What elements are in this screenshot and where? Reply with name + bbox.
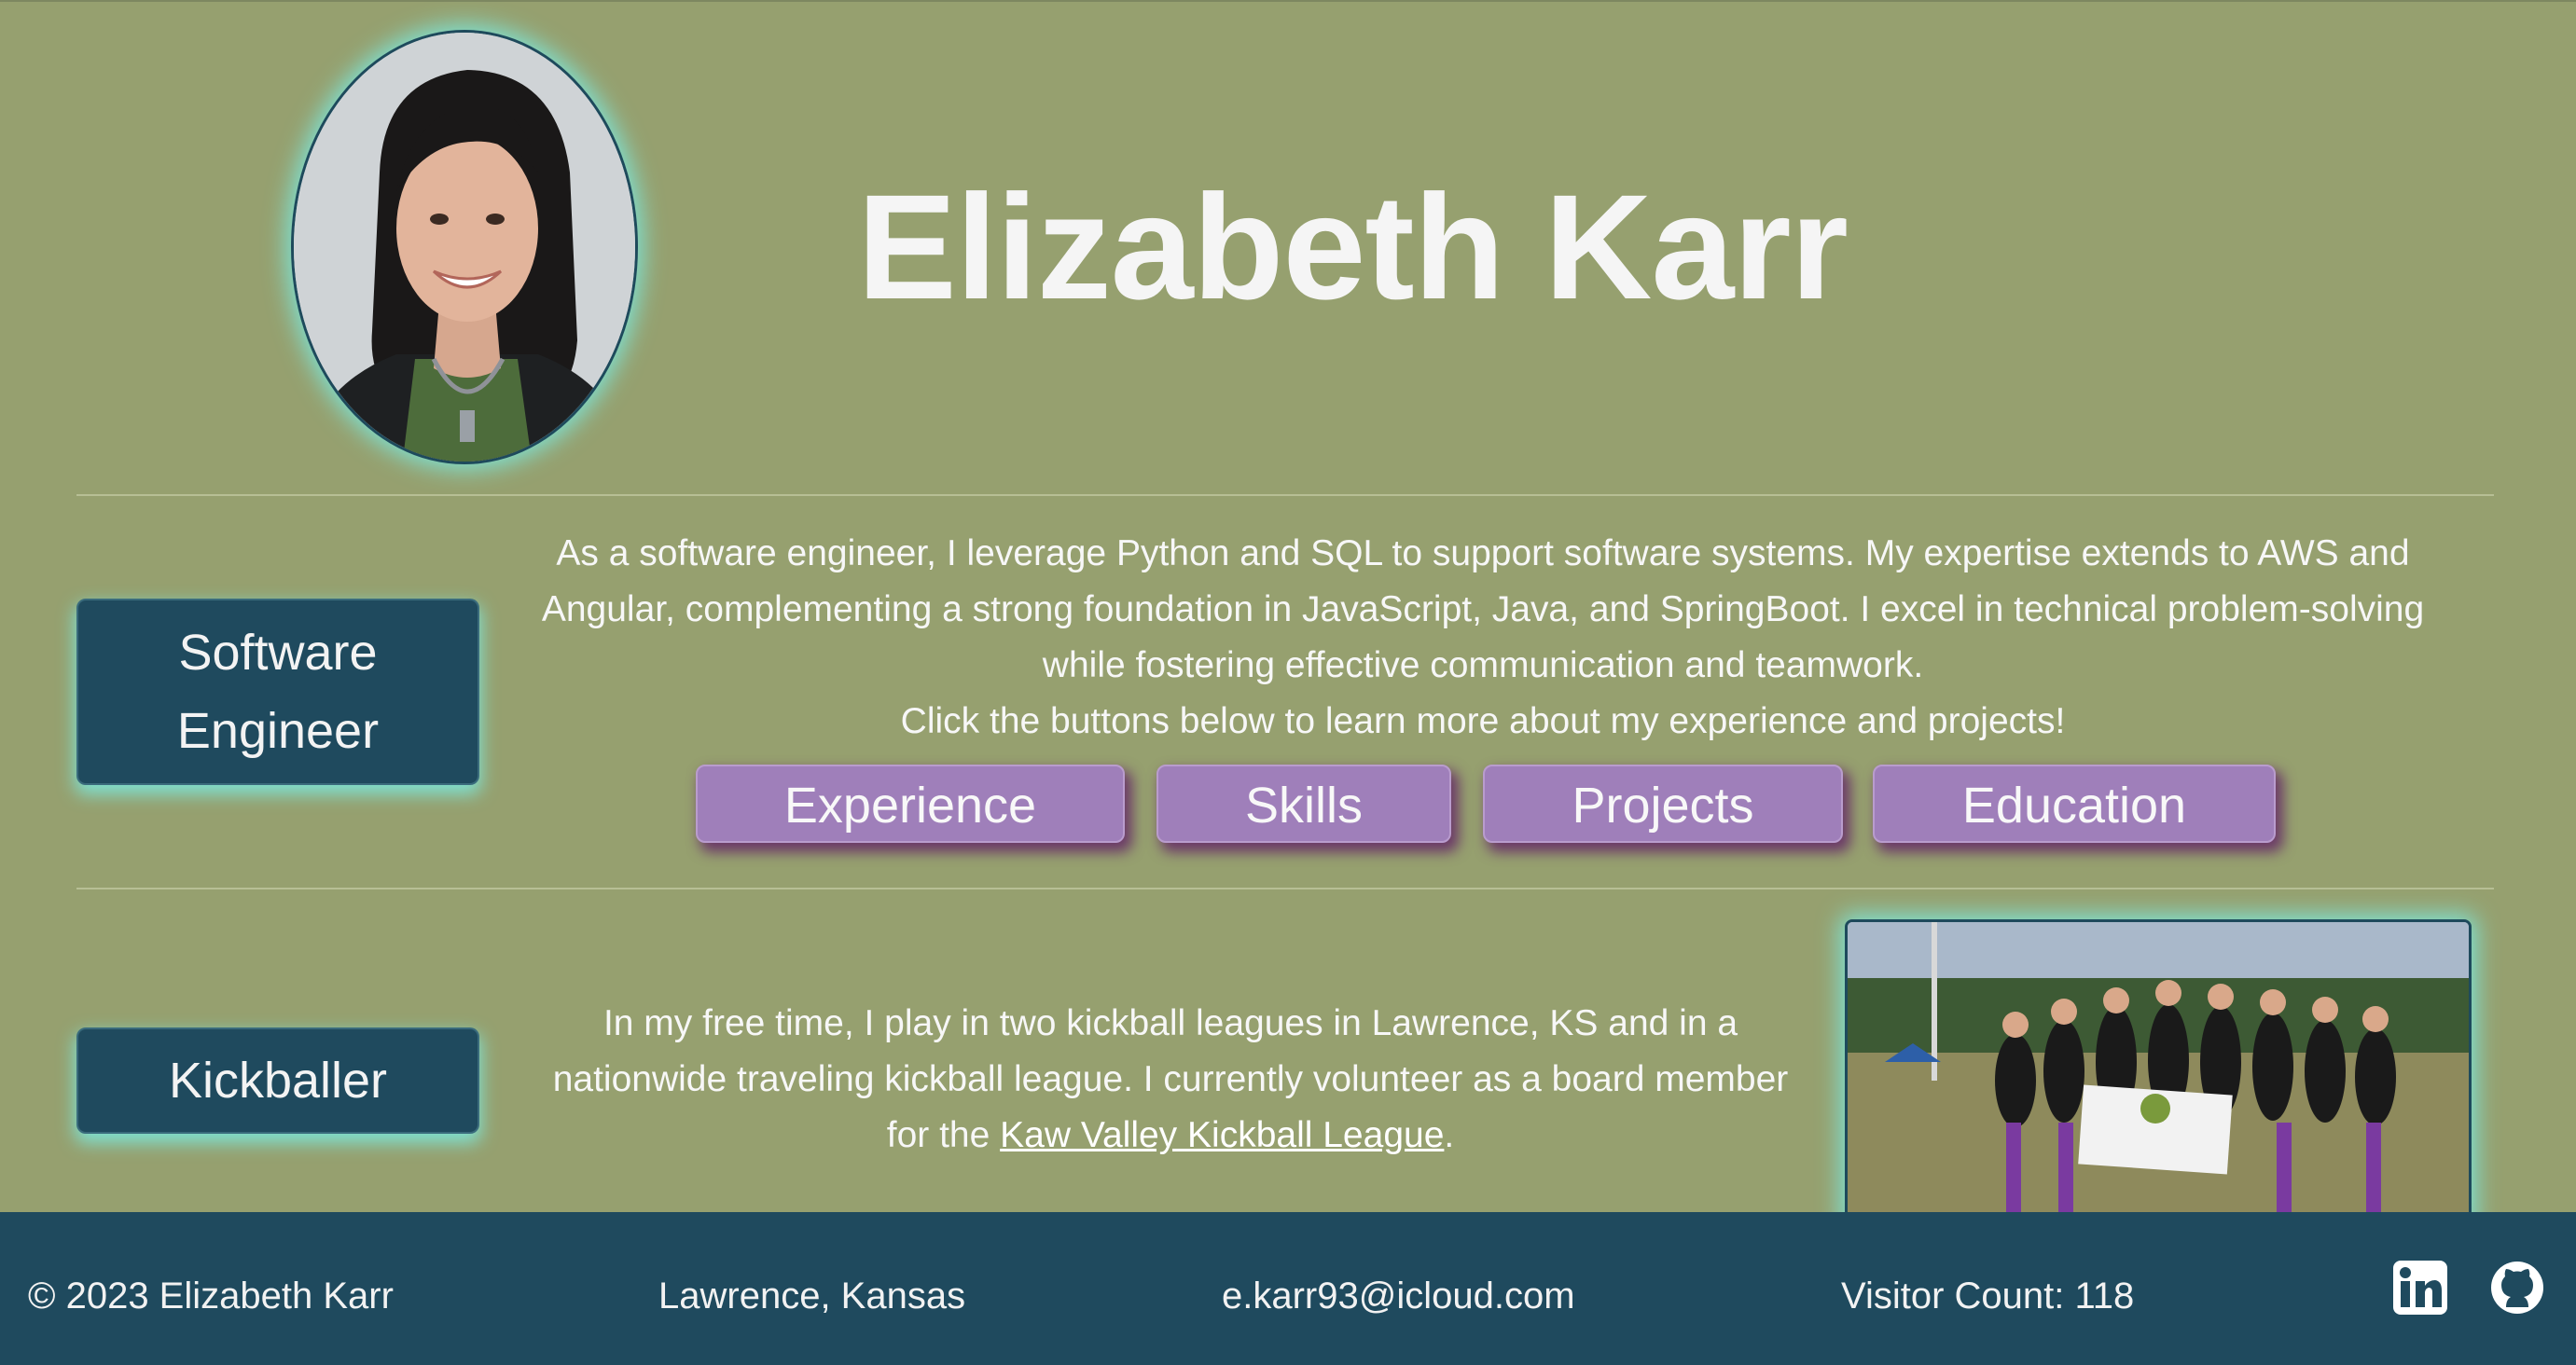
github-icon[interactable] — [2490, 1261, 2544, 1315]
kaw-valley-link[interactable]: Kaw Valley Kickball League — [1000, 1115, 1444, 1155]
about-cta: Click the buttons below to learn more ab… — [900, 701, 2066, 741]
about-line-2: Angular, complementing a strong foundati… — [541, 589, 2425, 629]
footer-copyright: © 2023 Elizabeth Karr — [28, 1275, 394, 1317]
page-title: Elizabeth Karr — [857, 163, 1849, 330]
section-divider-bottom — [76, 888, 2494, 889]
profile-portrait — [291, 30, 638, 464]
hobby-line-2: nationwide traveling kickball league. I … — [552, 1059, 1789, 1099]
education-button[interactable]: Education — [1873, 765, 2276, 843]
role-label-line2: Engineer — [176, 703, 380, 759]
hobby-line-3: for the Kaw Valley Kickball League. — [522, 1108, 1819, 1164]
hobby-line-1: In my free time, I play in two kickball … — [602, 1003, 1738, 1043]
kickball-team-photo — [1845, 919, 2472, 1227]
about-line-1: As a software engineer, I leverage Pytho… — [556, 533, 2410, 573]
skills-button[interactable]: Skills — [1156, 765, 1451, 843]
section-divider-top — [76, 494, 2494, 496]
hobby-paragraph: In my free time, I play in two kickball … — [522, 996, 1819, 1164]
top-border — [0, 0, 2576, 2]
footer-visitor-count: Visitor Count: 118 — [1841, 1275, 2135, 1317]
footer-email[interactable]: e.karr93@icloud.com — [1222, 1272, 1575, 1320]
role-label-line1: Software — [178, 625, 378, 681]
software-engineer-label[interactable]: Software Engineer — [76, 599, 479, 785]
kickballer-label-text: Kickballer — [168, 1053, 388, 1109]
projects-button[interactable]: Projects — [1483, 765, 1843, 843]
about-line-3: while fostering effective communication … — [1042, 645, 1924, 685]
footer-location: Lawrence, Kansas — [658, 1275, 966, 1317]
about-paragraph: As a software engineer, I leverage Pytho… — [522, 526, 2444, 750]
experience-button[interactable]: Experience — [696, 765, 1125, 843]
kickballer-label[interactable]: Kickballer — [76, 1027, 479, 1134]
hobby-line-3-suffix: . — [1444, 1115, 1455, 1155]
linkedin-icon[interactable] — [2393, 1261, 2447, 1315]
hobby-line-3-prefix: for the — [886, 1115, 1001, 1155]
